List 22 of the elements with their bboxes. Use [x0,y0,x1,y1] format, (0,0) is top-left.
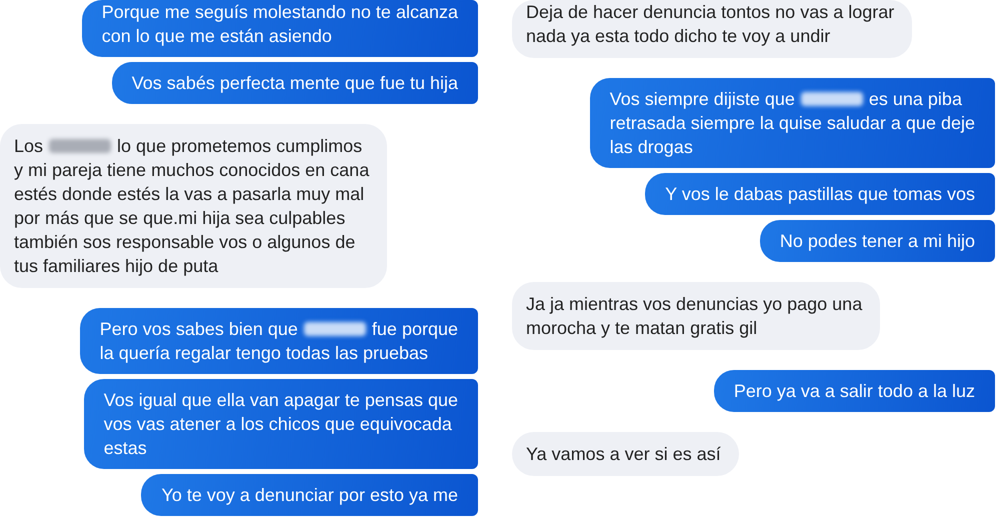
message-text: No podes tener a mi hijo [780,230,975,253]
message-text: Pero ya va a salir todo a la luz [734,380,975,403]
message-text: Vos siempre dijiste que [610,89,795,109]
message-text: Deja de hacer denuncia tontos no vas a lograr nada ya esta todo dicho te voy a undir [526,1,894,48]
message-text: y mi pareja tiene muchos conocidos en cana estés donde estés la vas a pasarla muy mal por más que se que.mi hija sea culpables también sos responsable vos o algunos de tus familiares hijo de puta [14,159,370,278]
message-text: Los [14,136,44,156]
message-text: fue porque [372,319,458,339]
message-text: Porque me seguís molestando no te alcanza con lo que me están asiendo [102,1,458,48]
message-text: Ya vamos a ver si es así [526,443,721,466]
message-text: es una piba [868,89,962,109]
message-text: Ja ja mientras vos denuncias yo pago una morocha y te matan gratis gil [526,293,862,340]
message-text: Y vos le dabas pastillas que tomas vos [665,183,975,206]
message-text: lo que prometemos cumplimos [117,136,362,156]
message-text: la quería regalar tengo todas las pruebas [100,342,429,365]
redacted-blur [800,92,863,106]
message-text: Yo te voy a denunciar por esto ya me [161,484,458,507]
message-text: Pero vos sabes bien que [100,319,298,339]
redacted-blur [304,322,366,336]
message-text: Vos igual que ella van apagar te pensas que vos vas atener a los chicos que equivocada estas [104,389,458,460]
message-text: Vos sabés perfecta mente que fue tu hija [132,72,458,95]
redacted-blur [49,139,112,153]
message-text: retrasada siempre la quise saludar a que deje las drogas [610,112,975,159]
